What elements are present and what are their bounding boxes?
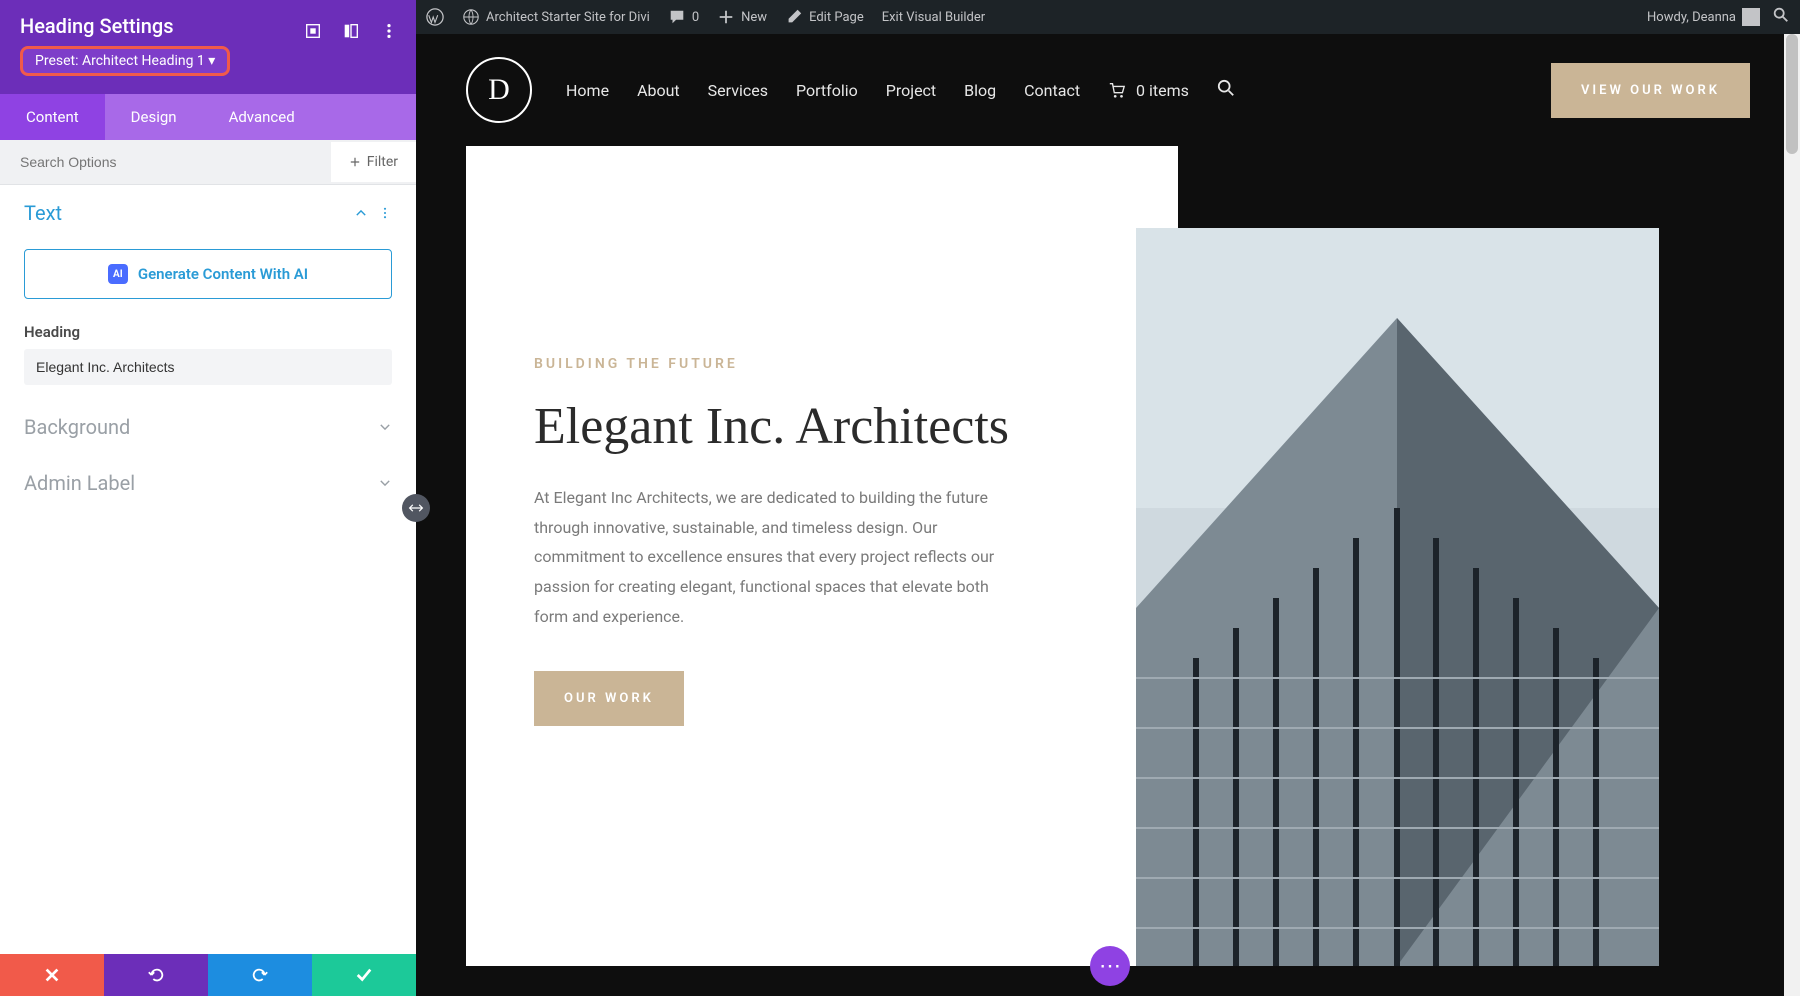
chevron-down-icon[interactable] bbox=[378, 420, 392, 434]
nav-home[interactable]: Home bbox=[566, 81, 609, 100]
tab-content[interactable]: Content bbox=[0, 94, 105, 140]
settings-sidebar: Heading Settings Preset: Architect Headi… bbox=[0, 0, 416, 996]
nav-blog[interactable]: Blog bbox=[964, 81, 996, 100]
nav-project[interactable]: Project bbox=[886, 81, 936, 100]
tab-design[interactable]: Design bbox=[105, 94, 203, 140]
comment-count: 0 bbox=[692, 10, 699, 25]
section-adminlabel-title: Admin Label bbox=[24, 471, 135, 495]
generate-ai-button[interactable]: AI Generate Content With AI bbox=[24, 249, 392, 299]
sidebar-footer bbox=[0, 954, 416, 996]
site-name: Architect Starter Site for Divi bbox=[486, 10, 650, 25]
scrollthumb[interactable] bbox=[1786, 34, 1798, 154]
avatar-icon bbox=[1742, 8, 1760, 26]
wp-logo-icon[interactable] bbox=[426, 8, 444, 26]
cart-link[interactable]: 0 items bbox=[1108, 81, 1189, 100]
section-text-controls bbox=[354, 206, 392, 220]
hero-text: At Elegant Inc Architects, we are dedica… bbox=[534, 483, 1024, 631]
edit-page-link[interactable]: Edit Page bbox=[785, 8, 864, 26]
nav-search-icon[interactable] bbox=[1217, 79, 1235, 101]
new-link[interactable]: New bbox=[717, 8, 767, 26]
cart-count: 0 items bbox=[1136, 81, 1189, 100]
chevron-up-icon[interactable] bbox=[354, 206, 368, 220]
preset-selector[interactable]: Preset: Architect Heading 1 ▾ bbox=[20, 46, 230, 76]
exit-builder-link[interactable]: Exit Visual Builder bbox=[882, 10, 985, 25]
search-icon[interactable] bbox=[1772, 6, 1790, 28]
sidebar-header: Heading Settings Preset: Architect Headi… bbox=[0, 0, 416, 94]
section-adminlabel-head[interactable]: Admin Label bbox=[0, 455, 416, 511]
undo-button[interactable] bbox=[104, 954, 208, 996]
ai-button-label: Generate Content With AI bbox=[138, 265, 308, 283]
layout-icon[interactable] bbox=[342, 22, 360, 40]
section-text-head[interactable]: Text bbox=[0, 185, 416, 241]
section-background-head[interactable]: Background bbox=[0, 399, 416, 455]
redo-button[interactable] bbox=[208, 954, 312, 996]
expand-icon[interactable] bbox=[304, 22, 322, 40]
hero-card: BUILDING THE FUTURE Elegant Inc. Archite… bbox=[466, 146, 1178, 966]
site-logo[interactable]: D bbox=[466, 57, 532, 123]
primary-nav: Home About Services Portfolio Project Bl… bbox=[566, 79, 1235, 101]
greeting-text: Howdy, Deanna bbox=[1647, 10, 1736, 25]
sidebar-header-actions bbox=[304, 22, 398, 40]
heading-field-input[interactable] bbox=[24, 349, 392, 385]
admin-bar-right: Howdy, Deanna bbox=[1647, 6, 1790, 28]
our-work-button[interactable]: OUR WORK bbox=[534, 671, 684, 726]
nav-services[interactable]: Services bbox=[708, 81, 768, 100]
cancel-button[interactable] bbox=[0, 954, 104, 996]
hero-section: BUILDING THE FUTURE Elegant Inc. Archite… bbox=[416, 146, 1800, 996]
hero-eyebrow: BUILDING THE FUTURE bbox=[534, 356, 1110, 372]
nav-contact[interactable]: Contact bbox=[1024, 81, 1080, 100]
ai-icon: AI bbox=[108, 264, 128, 284]
edit-page-label: Edit Page bbox=[809, 10, 864, 25]
nav-portfolio[interactable]: Portfolio bbox=[796, 81, 858, 100]
more-icon[interactable] bbox=[380, 22, 398, 40]
panel-body: Text AI Generate Content With AI Heading… bbox=[0, 185, 416, 954]
admin-bar-left: Architect Starter Site for Divi 0 New Ed… bbox=[426, 8, 985, 26]
hero-title: Elegant Inc. Architects bbox=[534, 398, 1110, 455]
resize-handle[interactable] bbox=[402, 494, 430, 522]
site-name-link[interactable]: Architect Starter Site for Divi bbox=[462, 8, 650, 26]
comments-link[interactable]: 0 bbox=[668, 8, 699, 26]
heading-field-label: Heading bbox=[0, 307, 416, 349]
site-header-left: D Home About Services Portfolio Project … bbox=[466, 57, 1235, 123]
save-button[interactable] bbox=[312, 954, 416, 996]
builder-fab[interactable]: ⋯ bbox=[1090, 946, 1130, 986]
section-background-title: Background bbox=[24, 415, 130, 439]
new-label: New bbox=[741, 10, 767, 25]
chevron-down-icon[interactable] bbox=[378, 476, 392, 490]
exit-builder-label: Exit Visual Builder bbox=[882, 10, 985, 25]
nav-about[interactable]: About bbox=[637, 81, 680, 100]
user-greeting[interactable]: Howdy, Deanna bbox=[1647, 8, 1760, 26]
view-work-button[interactable]: VIEW OUR WORK bbox=[1551, 63, 1750, 118]
sidebar-tabs: Content Design Advanced bbox=[0, 94, 416, 140]
filter-button[interactable]: Filter bbox=[331, 142, 416, 182]
hero-image bbox=[1136, 228, 1659, 966]
site-header: D Home About Services Portfolio Project … bbox=[416, 34, 1800, 146]
page-preview: D Home About Services Portfolio Project … bbox=[416, 34, 1800, 996]
search-input[interactable] bbox=[0, 140, 331, 184]
search-row: Filter bbox=[0, 140, 416, 185]
wp-admin-bar: Architect Starter Site for Divi 0 New Ed… bbox=[416, 0, 1800, 34]
tab-advanced[interactable]: Advanced bbox=[203, 94, 321, 140]
filter-label: Filter bbox=[367, 154, 398, 170]
more-vertical-icon[interactable] bbox=[378, 206, 392, 220]
scrollbar[interactable] bbox=[1784, 34, 1800, 996]
section-text-title: Text bbox=[24, 201, 62, 225]
